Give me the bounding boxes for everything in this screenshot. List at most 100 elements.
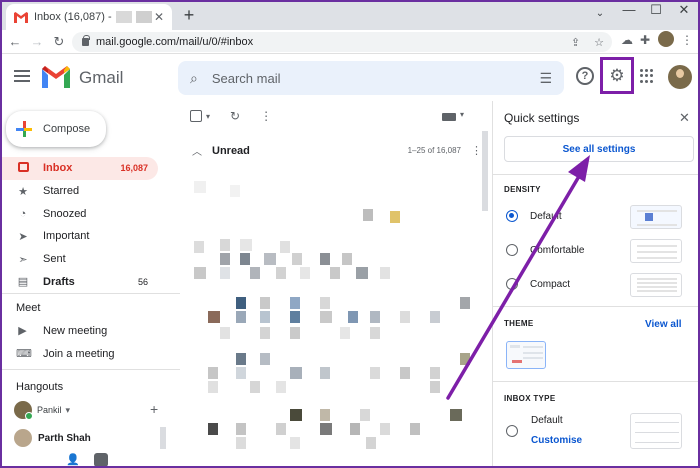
- send-icon: ➣: [18, 253, 28, 266]
- radio-selected[interactable]: [506, 210, 518, 222]
- extensions-puzzle-icon[interactable]: ✚: [636, 33, 654, 47]
- sidebar-item-sent[interactable]: ➣ Sent: [0, 248, 180, 271]
- more-options-icon[interactable]: ⋮: [260, 109, 272, 123]
- redacted-pixel: [208, 311, 220, 323]
- see-all-settings-button[interactable]: See all settings: [504, 136, 694, 162]
- bookmark-star-icon[interactable]: ☆: [594, 36, 604, 49]
- redacted-pixel: [240, 253, 250, 265]
- account-avatar[interactable]: [668, 65, 692, 89]
- video-camera-icon: ▶: [18, 325, 27, 337]
- contact-avatar: [14, 429, 32, 447]
- sidebar-item-snoozed[interactable]: ◔ Snoozed: [0, 202, 180, 225]
- settings-gear-icon[interactable]: ⚙: [609, 66, 624, 86]
- sidebar-item-important[interactable]: ➤ Important: [0, 225, 180, 248]
- sidebar-item-starred[interactable]: ★ Starred: [0, 180, 180, 203]
- forward-arrow-icon[interactable]: →: [28, 33, 46, 51]
- browser-tab-strip: Inbox (16,087) - ✕ + ⌄ — ☐ ✕: [0, 0, 700, 30]
- density-option-comfortable[interactable]: Comfortable: [506, 244, 584, 256]
- sidebar-scrollbar[interactable]: [160, 427, 166, 449]
- collapse-chevron-icon[interactable]: ︿: [192, 143, 202, 158]
- redacted-pixel: [460, 353, 470, 365]
- search-icon[interactable]: ⌕: [190, 70, 198, 87]
- redacted-pixel: [430, 311, 440, 323]
- tab-search-chevron-icon[interactable]: ⌄: [590, 8, 610, 19]
- reload-icon[interactable]: ↻: [50, 33, 68, 51]
- redacted-pixel: [400, 311, 410, 323]
- search-input[interactable]: [211, 70, 502, 86]
- hangouts-user[interactable]: Pankil ▾: [14, 401, 71, 420]
- select-all-checkbox[interactable]: [190, 110, 202, 122]
- radio-unselected[interactable]: [506, 425, 518, 437]
- section-more-icon[interactable]: ⋮: [471, 144, 482, 157]
- browser-tab-gmail[interactable]: Inbox (16,087) - ✕: [6, 4, 172, 30]
- density-option-label: Compact: [530, 278, 571, 290]
- redacted-pixel: [290, 297, 300, 309]
- redacted-pixel: [220, 327, 230, 339]
- hangouts-contact[interactable]: Parth Shah: [14, 429, 91, 447]
- search-options-icon[interactable]: ☰: [539, 70, 552, 87]
- sidebar-item-drafts[interactable]: ▤ Drafts 56: [0, 270, 180, 293]
- refresh-icon[interactable]: ↻: [230, 109, 240, 123]
- inbox-type-option-label: Default: [531, 415, 563, 426]
- panel-divider: [493, 174, 700, 175]
- tab-close-icon[interactable]: ✕: [154, 10, 164, 24]
- inbox-type-default[interactable]: [506, 425, 530, 437]
- settings-highlight-box[interactable]: ⚙: [600, 57, 634, 94]
- sidebar-item-inbox[interactable]: Inbox 16,087: [0, 157, 158, 180]
- new-tab-button[interactable]: +: [180, 6, 198, 24]
- main-menu-icon[interactable]: [14, 70, 30, 82]
- close-icon[interactable]: ✕: [679, 110, 690, 126]
- left-sidebar: Compose Inbox 16,087 ★ Starred ◔ Snoozed…: [0, 101, 180, 468]
- inbox-type-title: INBOX TYPE: [504, 394, 556, 403]
- redacted-pixel: [260, 353, 270, 365]
- join-meeting-link[interactable]: ⌨ Join a meeting: [16, 347, 115, 361]
- redacted-pixel: [360, 409, 370, 421]
- tab-title: Inbox (16,087) -: [34, 11, 112, 23]
- add-contact-icon[interactable]: +: [150, 401, 158, 417]
- cloud-extension-icon[interactable]: ☁: [618, 33, 636, 47]
- lock-icon: [82, 35, 90, 46]
- search-bar[interactable]: ⌕ ☰: [178, 61, 564, 95]
- redacted-pixel: [236, 297, 246, 309]
- list-scrollbar[interactable]: [482, 131, 488, 211]
- mail-folders: Inbox 16,087 ★ Starred ◔ Snoozed ➤ Impor…: [0, 157, 180, 293]
- redacted-pixel: [236, 311, 246, 323]
- maximize-button[interactable]: ☐: [646, 2, 666, 18]
- radio-unselected[interactable]: [506, 244, 518, 256]
- back-arrow-icon[interactable]: ←: [6, 33, 24, 51]
- address-bar[interactable]: mail.google.com/mail/u/0/#inbox ⇪ ☆: [72, 32, 612, 52]
- redacted-pixel: [260, 297, 270, 309]
- share-icon[interactable]: ⇪: [571, 36, 580, 49]
- browser-menu-icon[interactable]: ⋮: [678, 33, 696, 47]
- redacted-pixel: [280, 241, 290, 253]
- redacted-pixel: [290, 437, 300, 449]
- density-option-compact[interactable]: Compact: [506, 278, 570, 290]
- input-tools-dropdown-icon[interactable]: ▾: [460, 110, 464, 119]
- redacted-pixel: [400, 367, 410, 379]
- density-option-default[interactable]: Default: [506, 210, 562, 222]
- help-icon[interactable]: ?: [576, 67, 594, 85]
- theme-thumbnail[interactable]: [506, 341, 546, 369]
- radio-unselected[interactable]: [506, 278, 518, 290]
- dropdown-caret-icon[interactable]: ▾: [66, 405, 71, 416]
- density-preview-compact: [630, 273, 682, 297]
- person-icon[interactable]: 👤: [66, 453, 80, 467]
- browser-profile-avatar[interactable]: [658, 31, 674, 47]
- close-window-button[interactable]: ✕: [674, 2, 694, 18]
- pagination-range: 1–25 of 16,087: [407, 146, 461, 155]
- redacted-pixel: [236, 437, 246, 449]
- redacted-pixel: [320, 367, 330, 379]
- new-meeting-link[interactable]: ▶ New meeting: [16, 324, 107, 338]
- redacted-pixel: [194, 267, 206, 279]
- customise-link[interactable]: Customise: [531, 435, 582, 446]
- unread-section-header[interactable]: ︿ Unread 1–25 of 16,087 ⋮: [192, 143, 482, 159]
- compose-button[interactable]: Compose: [6, 111, 106, 147]
- minimize-button[interactable]: —: [619, 2, 639, 17]
- input-tools-icon[interactable]: [442, 113, 456, 121]
- hangouts-icon[interactable]: [93, 453, 108, 467]
- view-all-themes-link[interactable]: View all: [645, 319, 682, 330]
- sidebar-item-label: Sent: [43, 253, 66, 266]
- select-dropdown-icon[interactable]: ▾: [206, 112, 210, 121]
- google-apps-icon[interactable]: [640, 69, 654, 83]
- density-title: DENSITY: [504, 185, 541, 194]
